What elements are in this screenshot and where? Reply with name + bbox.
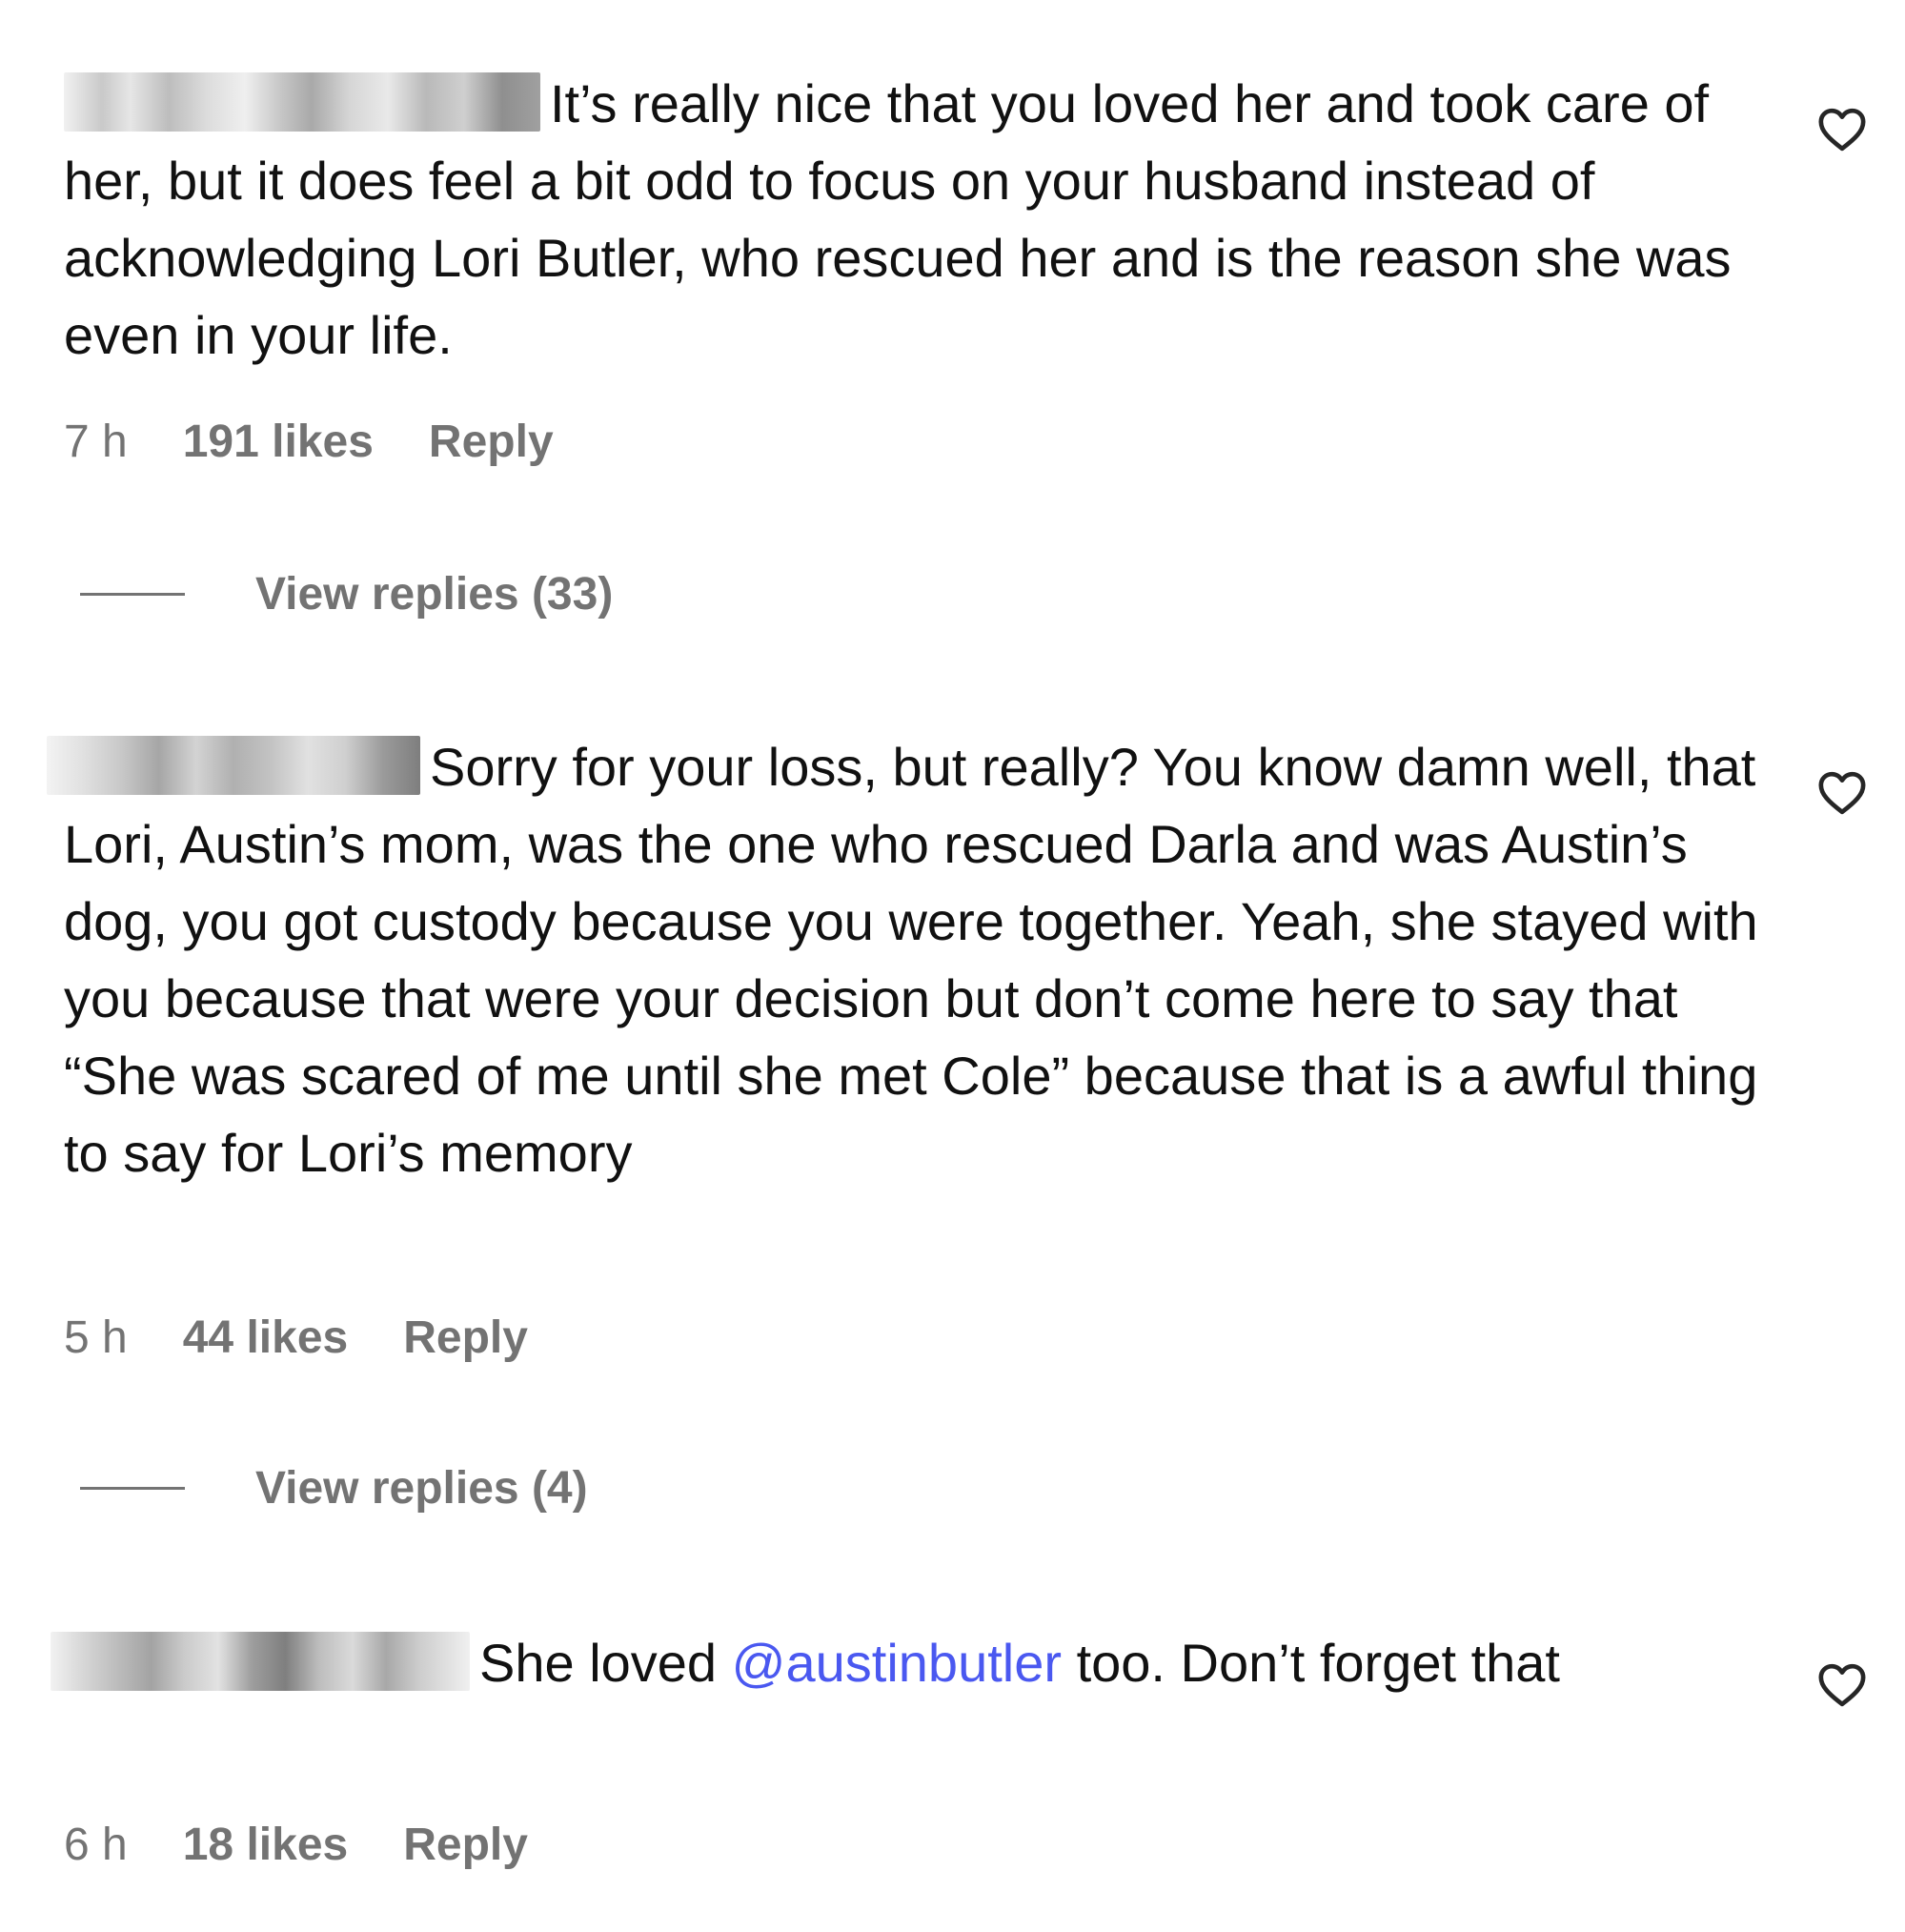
comment-text-before-mention: She loved xyxy=(479,1633,732,1693)
comment-text: Sorry for your loss, but really? You kno… xyxy=(64,737,1758,1183)
comment-body: Sorry for your loss, but really? You kno… xyxy=(47,728,1760,1191)
view-replies-button[interactable]: View replies (33) xyxy=(80,568,613,620)
view-replies-button[interactable]: View replies (4) xyxy=(80,1462,588,1515)
comment-likes[interactable]: 191 likes xyxy=(183,416,374,468)
reply-button[interactable]: Reply xyxy=(429,416,554,468)
view-replies-label: View replies (33) xyxy=(255,569,614,620)
comment-likes[interactable]: 18 likes xyxy=(183,1819,348,1871)
divider-line xyxy=(80,593,185,596)
comment-meta: 5 h 44 likes Reply xyxy=(64,1312,528,1364)
comment-time: 7 h xyxy=(64,417,128,467)
comment-likes[interactable]: 44 likes xyxy=(183,1312,348,1364)
mention-link[interactable]: @austinbutler xyxy=(732,1633,1062,1693)
reply-button[interactable]: Reply xyxy=(403,1819,528,1871)
comment-body: She loved @austinbutler too. Don’t forge… xyxy=(51,1624,1760,1701)
comment-time: 6 h xyxy=(64,1820,128,1870)
comment-meta: 6 h 18 likes Reply xyxy=(64,1819,528,1871)
heart-outline-icon[interactable] xyxy=(1815,766,1869,820)
comment-text-after-mention: too. Don’t forget that xyxy=(1062,1633,1560,1693)
comment-time: 5 h xyxy=(64,1312,128,1363)
view-replies-label: View replies (4) xyxy=(255,1463,588,1514)
divider-line xyxy=(80,1487,185,1490)
heart-outline-icon[interactable] xyxy=(1815,103,1869,156)
username-redacted[interactable] xyxy=(64,72,540,132)
heart-outline-icon[interactable] xyxy=(1815,1658,1869,1712)
comment-body: It’s really nice that you loved her and … xyxy=(64,65,1760,374)
username-redacted[interactable] xyxy=(51,1632,470,1691)
username-redacted[interactable] xyxy=(47,736,420,795)
comment-meta: 7 h 191 likes Reply xyxy=(64,416,554,468)
reply-button[interactable]: Reply xyxy=(403,1312,528,1364)
